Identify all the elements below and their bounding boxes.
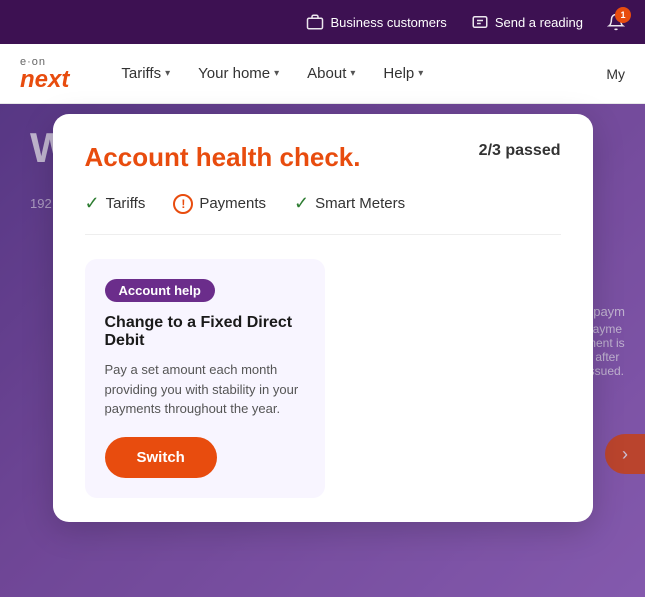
modal-title: Account health check. bbox=[85, 142, 361, 173]
business-customers-link[interactable]: Business customers bbox=[306, 13, 446, 31]
send-reading-link[interactable]: Send a reading bbox=[471, 13, 583, 31]
modal-passed: 2/3 passed bbox=[479, 142, 561, 160]
help-card-description: Pay a set amount each month providing yo… bbox=[105, 360, 305, 419]
smart-meters-check-icon: ✓ bbox=[294, 193, 309, 214]
tariffs-chevron-icon: ▾ bbox=[165, 68, 170, 79]
help-chevron-icon: ▾ bbox=[418, 68, 423, 79]
about-chevron-icon: ▾ bbox=[350, 68, 355, 79]
send-reading-label: Send a reading bbox=[495, 15, 583, 30]
health-item-payments: ! Payments bbox=[173, 194, 266, 214]
nav-about-label: About bbox=[307, 65, 346, 82]
briefcase-icon bbox=[306, 13, 324, 31]
payments-warning-icon: ! bbox=[173, 194, 193, 214]
tariffs-health-label: Tariffs bbox=[106, 195, 146, 212]
nav-items: Tariffs ▾ Your home ▾ About ▾ Help ▾ bbox=[109, 57, 606, 90]
meter-icon bbox=[471, 13, 489, 31]
health-items: ✓ Tariffs ! Payments ✓ Smart Meters bbox=[85, 193, 561, 235]
modal-header: Account health check. 2/3 passed bbox=[85, 142, 561, 173]
main-nav: e·on next Tariffs ▾ Your home ▾ About ▾ … bbox=[0, 44, 645, 104]
nav-your-home-label: Your home bbox=[198, 65, 270, 82]
nav-about[interactable]: About ▾ bbox=[295, 57, 367, 90]
nav-your-home[interactable]: Your home ▾ bbox=[186, 57, 291, 90]
health-item-tariffs: ✓ Tariffs bbox=[85, 193, 146, 214]
switch-button[interactable]: Switch bbox=[105, 437, 217, 478]
account-help-badge: Account help bbox=[105, 279, 215, 302]
health-check-modal: Account health check. 2/3 passed ✓ Tarif… bbox=[53, 114, 593, 522]
nav-help[interactable]: Help ▾ bbox=[371, 57, 435, 90]
payments-health-label: Payments bbox=[199, 195, 266, 212]
health-item-smart-meters: ✓ Smart Meters bbox=[294, 193, 405, 214]
notifications-button[interactable]: 1 bbox=[607, 13, 625, 31]
business-customers-label: Business customers bbox=[330, 15, 446, 30]
modal-overlay: Account health check. 2/3 passed ✓ Tarif… bbox=[0, 104, 645, 597]
help-card-title: Change to a Fixed Direct Debit bbox=[105, 314, 305, 350]
nav-help-label: Help bbox=[383, 65, 414, 82]
nav-tariffs[interactable]: Tariffs ▾ bbox=[109, 57, 182, 90]
tariffs-check-icon: ✓ bbox=[85, 193, 100, 214]
logo-next: next bbox=[20, 68, 69, 92]
notification-badge: 1 bbox=[615, 7, 631, 23]
nav-my[interactable]: My bbox=[606, 66, 625, 82]
smart-meters-health-label: Smart Meters bbox=[315, 195, 405, 212]
account-help-card: Account help Change to a Fixed Direct De… bbox=[85, 259, 325, 498]
nav-tariffs-label: Tariffs bbox=[121, 65, 161, 82]
logo[interactable]: e·on next bbox=[20, 56, 69, 92]
utility-bar: Business customers Send a reading 1 bbox=[0, 0, 645, 44]
your-home-chevron-icon: ▾ bbox=[274, 68, 279, 79]
